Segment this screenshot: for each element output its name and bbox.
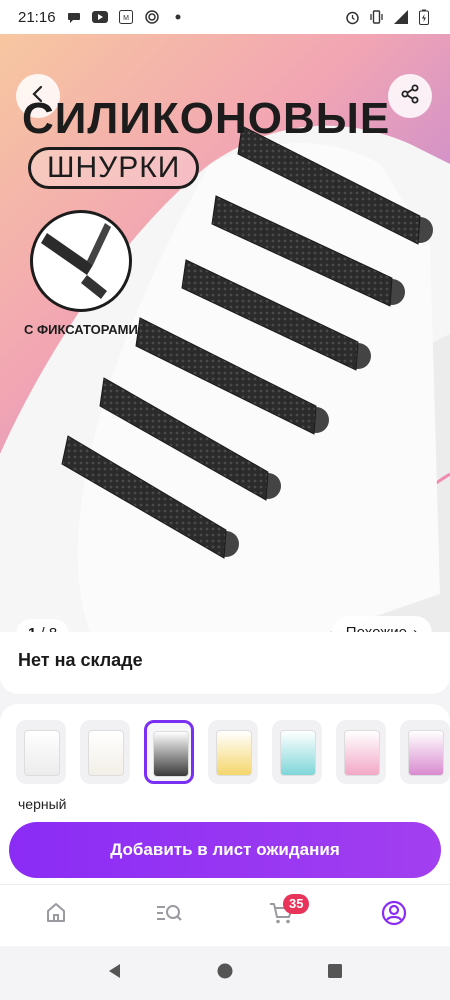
variant-swatch xyxy=(280,730,316,776)
android-back-button[interactable] xyxy=(95,953,135,993)
cart-badge: 35 xyxy=(283,893,310,914)
product-page: 21:16 M СИЛИКОНОВЫЕ ШНУРКИ С ФИКСАТОРАМИ… xyxy=(0,0,450,1000)
recents-square-icon xyxy=(327,963,343,984)
stock-card: Нет на складе xyxy=(0,632,450,694)
hero-subtitle: ШНУРКИ xyxy=(28,147,200,189)
variants-card: черный xyxy=(0,704,450,834)
dot-icon xyxy=(170,10,186,24)
similar-label: Похожие xyxy=(346,616,407,632)
mi-icon: M xyxy=(118,10,134,24)
catalog-search-icon xyxy=(155,901,183,930)
alarm-icon xyxy=(344,10,360,24)
profile-icon xyxy=(381,900,407,931)
signal-4g-icon xyxy=(392,10,408,24)
product-image-gallery[interactable]: СИЛИКОНОВЫЕ ШНУРКИ С ФИКСАТОРАМИ 1 / 8 П… xyxy=(0,34,450,632)
variant-thumbnails xyxy=(16,720,450,784)
hero-title: СИЛИКОНОВЫЕ xyxy=(22,94,391,143)
svg-text:M: M xyxy=(123,15,129,22)
radar-icon xyxy=(144,10,160,24)
nav-home[interactable] xyxy=(32,892,80,940)
variant-label: черный xyxy=(18,796,67,812)
variant-swatch xyxy=(153,731,189,777)
status-right xyxy=(344,9,432,25)
cta-bar: Добавить в лист ожидания xyxy=(0,820,450,884)
variant-swatch xyxy=(216,730,252,776)
vibrate-icon xyxy=(368,10,384,24)
nav-cart[interactable]: 35 xyxy=(257,892,310,940)
variant-thumbnail[interactable] xyxy=(16,720,66,784)
add-to-waitlist-button[interactable]: Добавить в лист ожидания xyxy=(9,822,441,878)
android-recents-button[interactable] xyxy=(315,953,355,993)
variant-swatch xyxy=(344,730,380,776)
android-home-button[interactable] xyxy=(205,953,245,993)
variant-thumbnail[interactable] xyxy=(144,720,194,784)
variant-swatch xyxy=(88,730,124,776)
battery-icon xyxy=(416,9,432,25)
hero-note: С ФИКСАТОРАМИ xyxy=(24,322,138,337)
variant-thumbnail[interactable] xyxy=(80,720,130,784)
share-button[interactable] xyxy=(388,74,432,118)
image-counter-total: / 8 xyxy=(41,625,58,632)
back-triangle-icon xyxy=(106,962,124,985)
status-left: 21:16 M xyxy=(18,9,186,26)
image-counter: 1 / 8 xyxy=(16,619,70,632)
youtube-icon xyxy=(91,10,108,24)
android-nav-bar xyxy=(0,946,450,1000)
nav-catalog[interactable] xyxy=(145,892,193,940)
chat-bubble-icon xyxy=(66,10,82,24)
home-circle-icon xyxy=(216,962,234,985)
chevron-right-icon: › xyxy=(413,616,418,632)
variant-thumbnail[interactable] xyxy=(272,720,322,784)
similar-button[interactable]: Похожие › xyxy=(331,616,432,632)
nav-profile[interactable] xyxy=(370,892,418,940)
variant-thumbnail[interactable] xyxy=(400,720,450,784)
variant-swatch xyxy=(408,730,444,776)
variant-swatch xyxy=(24,730,60,776)
bottom-nav: 35 xyxy=(0,884,450,946)
image-counter-current: 1 xyxy=(28,625,36,632)
status-time: 21:16 xyxy=(18,8,56,26)
variant-thumbnail[interactable] xyxy=(336,720,386,784)
share-icon xyxy=(400,84,420,109)
lace-lock-inset xyxy=(30,210,132,312)
status-bar: 21:16 M xyxy=(0,0,450,34)
stock-status: Нет на складе xyxy=(18,650,143,670)
variant-thumbnail[interactable] xyxy=(208,720,258,784)
lace-lock-icon xyxy=(41,223,111,299)
home-icon xyxy=(44,901,68,930)
